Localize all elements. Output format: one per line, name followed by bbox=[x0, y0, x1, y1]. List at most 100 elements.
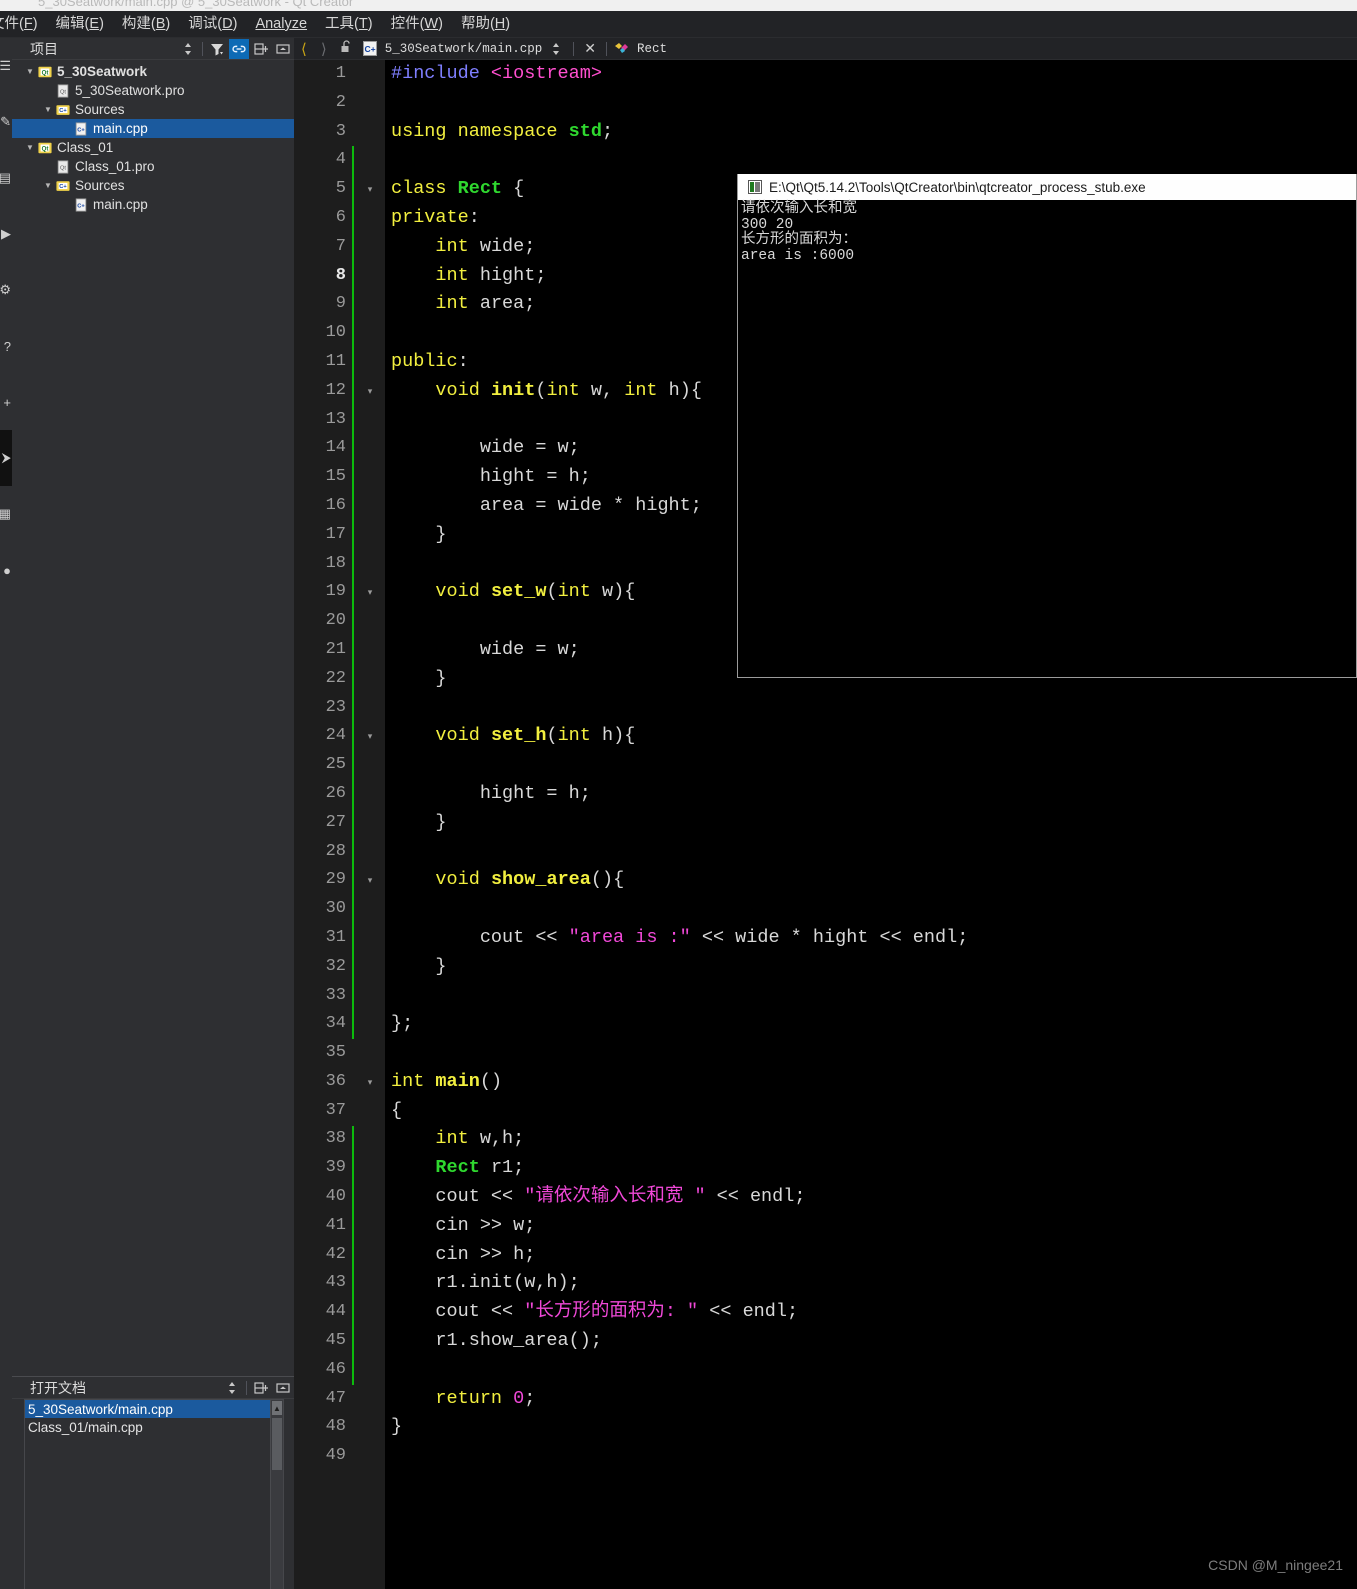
menu-item-analyze[interactable]: Analyze bbox=[246, 15, 316, 34]
code-line[interactable] bbox=[385, 982, 1357, 1011]
tree-item-class_01-pro[interactable]: Qt Class_01.pro bbox=[12, 157, 294, 176]
split-add-icon[interactable] bbox=[251, 1378, 271, 1398]
fold-toggle-icon[interactable]: ▾ bbox=[356, 175, 384, 204]
open-documents-list[interactable]: 5_30Seatwork/main.cpp Class_01/main.cpp ▲ bbox=[24, 1399, 284, 1589]
code-token: Rect bbox=[435, 1157, 480, 1179]
fold-toggle-icon[interactable]: ▾ bbox=[356, 866, 384, 895]
console-window[interactable]: E:\Qt\Qt5.14.2\Tools\QtCreator\bin\qtcre… bbox=[737, 174, 1357, 678]
code-line[interactable] bbox=[385, 1356, 1357, 1385]
code-line[interactable]: cout << "长方形的面积为: " << endl; bbox=[385, 1298, 1357, 1327]
help-mode-icon[interactable]: ? bbox=[0, 318, 12, 374]
code-line[interactable] bbox=[385, 1442, 1357, 1471]
fold-toggle-icon[interactable]: ▾ bbox=[356, 377, 384, 406]
build-hammer-icon[interactable]: ● bbox=[0, 542, 12, 598]
nav-forward-icon[interactable]: ⟩ bbox=[314, 40, 334, 58]
code-line[interactable]: r1.init(w,h); bbox=[385, 1269, 1357, 1298]
code-line[interactable]: r1.show_area(); bbox=[385, 1327, 1357, 1356]
nav-back-icon[interactable]: ⟨ bbox=[294, 40, 314, 58]
code-line[interactable]: void set_h(int h){ bbox=[385, 722, 1357, 751]
chevron-down-icon[interactable]: ▼ bbox=[42, 181, 54, 190]
menu-item-edit[interactable]: 编辑(E) bbox=[47, 15, 113, 34]
run-icon[interactable]: ⮞ bbox=[0, 430, 12, 486]
design-mode-icon[interactable]: ▤ bbox=[0, 150, 12, 206]
tree-item-sources[interactable]: ▼ C+ Sources bbox=[12, 176, 294, 195]
code-line[interactable]: cin >> h; bbox=[385, 1241, 1357, 1270]
code-line[interactable]: return 0; bbox=[385, 1385, 1357, 1414]
code-line[interactable]: { bbox=[385, 1097, 1357, 1126]
code-line[interactable] bbox=[385, 89, 1357, 118]
sort-updown-icon[interactable] bbox=[222, 1378, 242, 1398]
kit-selector-icon[interactable]: + bbox=[0, 374, 12, 430]
fold-toggle-icon[interactable]: ▾ bbox=[356, 722, 384, 751]
unlocked-icon[interactable] bbox=[334, 39, 359, 58]
code-line[interactable] bbox=[385, 751, 1357, 780]
debug-run-icon[interactable]: ▦ bbox=[0, 486, 12, 542]
link-sync-icon[interactable] bbox=[229, 38, 249, 59]
projects-mode-icon[interactable]: ⚙ bbox=[0, 262, 12, 318]
edit-mode-icon[interactable]: ✎ bbox=[0, 94, 12, 150]
chevron-down-icon[interactable]: ▼ bbox=[24, 67, 36, 76]
menu-item-debug[interactable]: 调试(D) bbox=[179, 15, 246, 34]
minimize-panel-icon[interactable] bbox=[273, 1378, 293, 1398]
welcome-icon[interactable]: ☰ bbox=[0, 38, 12, 94]
code-line[interactable]: void show_area(){ bbox=[385, 866, 1357, 895]
console-titlebar[interactable]: E:\Qt\Qt5.14.2\Tools\QtCreator\bin\qtcre… bbox=[738, 174, 1356, 200]
code-line[interactable]: cout << "area is :" << wide * hight << e… bbox=[385, 924, 1357, 953]
menu-item-help[interactable]: 帮助(H) bbox=[452, 15, 519, 34]
chevron-down-icon[interactable]: ▼ bbox=[42, 105, 54, 114]
sort-updown-icon[interactable] bbox=[542, 42, 570, 56]
code-line[interactable]: hight = h; bbox=[385, 780, 1357, 809]
scrollbar-thumb[interactable] bbox=[272, 1418, 282, 1470]
line-number: 8 bbox=[335, 265, 346, 285]
fold-toggle-icon[interactable]: ▾ bbox=[356, 1068, 384, 1097]
code-line[interactable] bbox=[385, 838, 1357, 867]
code-line[interactable]: Rect r1; bbox=[385, 1154, 1357, 1183]
code-line[interactable]: int w,h; bbox=[385, 1125, 1357, 1154]
tree-item-main-cpp[interactable]: C+ main.cpp bbox=[12, 119, 294, 138]
scroll-up-icon[interactable]: ▲ bbox=[272, 1401, 282, 1415]
tree-item-class_01[interactable]: ▼ Qt Class_01 bbox=[12, 138, 294, 157]
code-line[interactable]: cout << "请依次输入长和宽 " << endl; bbox=[385, 1183, 1357, 1212]
tree-item-5_30seatwork-pro[interactable]: Qt 5_30Seatwork.pro bbox=[12, 81, 294, 100]
code-token: void bbox=[435, 581, 480, 603]
code-line[interactable]: int main() bbox=[385, 1068, 1357, 1097]
code-line[interactable]: #include <iostream> bbox=[385, 60, 1357, 89]
code-line[interactable]: } bbox=[385, 809, 1357, 838]
debug-mode-icon[interactable]: ▶ bbox=[0, 206, 12, 262]
menu-item-build[interactable]: 构建(B) bbox=[113, 15, 179, 34]
code-line[interactable]: } bbox=[385, 1413, 1357, 1442]
code-line[interactable]: }; bbox=[385, 1010, 1357, 1039]
fold-markers[interactable]: ▾ ▾ ▾ ▾ ▾ ▾ bbox=[356, 60, 384, 1471]
code-line[interactable] bbox=[385, 694, 1357, 723]
tree-item-5_30seatwork[interactable]: ▼ Qt 5_30Seatwork bbox=[12, 62, 294, 81]
open-documents-scrollbar[interactable]: ▲ bbox=[270, 1400, 283, 1589]
open-document-item[interactable]: 5_30Seatwork/main.cpp bbox=[25, 1400, 283, 1418]
chevron-down-icon[interactable]: ▼ bbox=[24, 143, 36, 152]
line-number: 41 bbox=[325, 1215, 346, 1235]
editor-symbol-name[interactable]: Rect bbox=[634, 42, 667, 56]
code-line[interactable] bbox=[385, 895, 1357, 924]
menu-item-tools[interactable]: 工具(T) bbox=[316, 15, 382, 34]
menu-item-file[interactable]: 文件(F) bbox=[0, 15, 47, 34]
project-tree[interactable]: ▼ Qt 5_30Seatwork Qt 5_30Seatwork.pro ▼ C+ Sour… bbox=[12, 60, 294, 1376]
code-token: #include bbox=[391, 63, 491, 84]
code-line[interactable] bbox=[385, 146, 1357, 175]
fold-toggle-icon[interactable]: ▾ bbox=[356, 578, 384, 607]
minimize-panel-icon[interactable] bbox=[273, 39, 293, 59]
code-line[interactable]: using namespace std; bbox=[385, 118, 1357, 147]
code-line[interactable]: } bbox=[385, 953, 1357, 982]
code-line[interactable] bbox=[385, 1039, 1357, 1068]
editor-file-path[interactable]: 5_30Seatwork/main.cpp bbox=[381, 42, 543, 56]
sort-updown-icon[interactable] bbox=[178, 39, 198, 59]
menu-item-window[interactable]: 控件(W) bbox=[382, 15, 452, 34]
filter-icon[interactable] bbox=[207, 39, 227, 59]
code-line[interactable]: cin >> w; bbox=[385, 1212, 1357, 1241]
tree-item-sources[interactable]: ▼ C+ Sources bbox=[12, 100, 294, 119]
split-add-icon[interactable] bbox=[251, 39, 271, 59]
close-icon[interactable]: ✕ bbox=[577, 40, 603, 57]
open-document-item[interactable]: Class_01/main.cpp bbox=[25, 1418, 283, 1436]
tree-item-main-cpp[interactable]: C+ main.cpp bbox=[12, 195, 294, 214]
line-number: 3 bbox=[335, 121, 346, 141]
